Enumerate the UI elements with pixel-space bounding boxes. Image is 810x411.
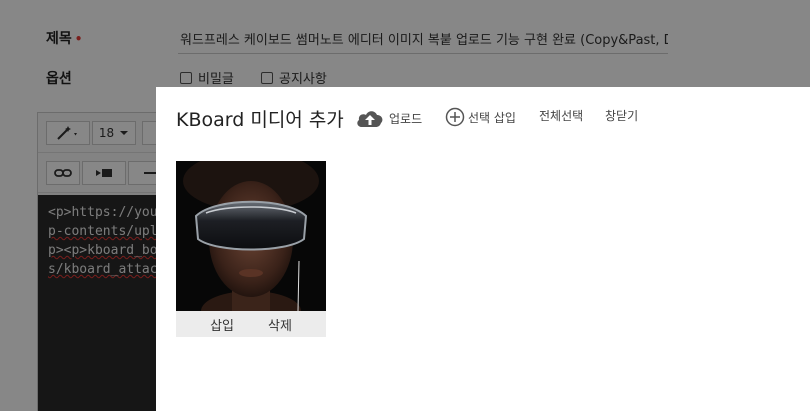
upload-label: 업로드 bbox=[389, 111, 423, 126]
close-button[interactable]: 창닫기 bbox=[605, 107, 638, 124]
media-actions-bar: 삽입 삭제 bbox=[176, 311, 326, 337]
media-thumbnail[interactable] bbox=[176, 161, 326, 311]
media-modal: KBoard 미디어 추가 업로드 선택 삽입 전체선택 창닫기 삽입 삭제 bbox=[156, 87, 810, 411]
upload-button[interactable]: 업로드 bbox=[355, 107, 422, 129]
select-all-label: 전체선택 bbox=[539, 109, 584, 123]
media-item[interactable]: 삽입 삭제 bbox=[176, 161, 326, 337]
close-label: 창닫기 bbox=[605, 109, 639, 123]
plus-circle-icon bbox=[445, 107, 465, 127]
vr-headset-photo bbox=[176, 161, 326, 311]
cloud-upload-icon bbox=[357, 111, 383, 127]
insert-media-button[interactable]: 삽입 bbox=[210, 315, 234, 334]
select-all-button[interactable]: 전체선택 bbox=[539, 107, 583, 124]
insert-selected-button[interactable]: 선택 삽입 bbox=[445, 107, 516, 127]
modal-title: KBoard 미디어 추가 bbox=[176, 109, 344, 131]
insert-selected-label: 선택 삽입 bbox=[468, 110, 516, 125]
delete-media-button[interactable]: 삭제 bbox=[268, 315, 292, 334]
